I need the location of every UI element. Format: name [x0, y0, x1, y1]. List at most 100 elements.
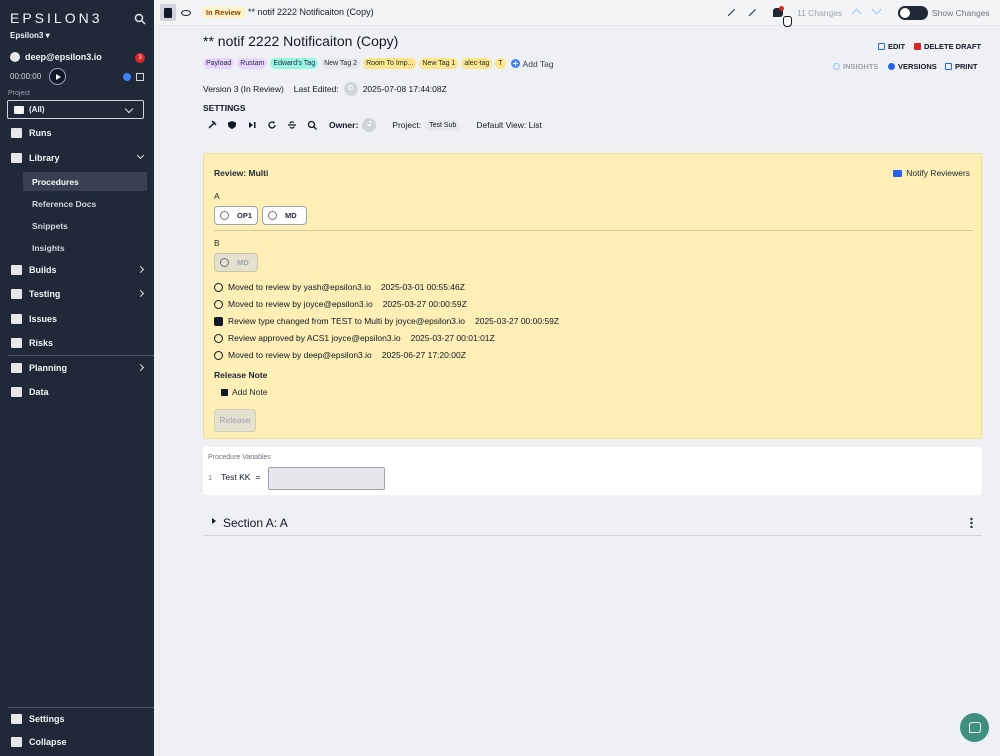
chat-button[interactable] — [960, 713, 989, 742]
chevron-down-icon[interactable] — [871, 4, 882, 15]
sidebar-sub-insights[interactable]: Insights — [23, 238, 147, 257]
tag[interactable]: New Tag 1 — [419, 58, 459, 69]
sidebar-item-settings[interactable]: Settings — [0, 708, 154, 730]
status-dot-icon[interactable] — [123, 73, 131, 81]
notification-badge[interactable]: 3 — [135, 53, 145, 63]
avatar[interactable]: J — [362, 118, 377, 132]
project-select[interactable]: (All) — [7, 100, 144, 119]
check-circle-icon — [268, 211, 277, 220]
sidebar-item-testing[interactable]: Testing — [0, 283, 154, 305]
edit-button[interactable]: EDIT — [878, 42, 905, 51]
gear-icon — [11, 714, 22, 724]
variable-number: 1 — [208, 472, 213, 482]
sidebar-item-label: Testing — [29, 289, 61, 299]
delete-draft-button[interactable]: DELETE DRAFT — [914, 42, 981, 51]
sidebar-sub-snippets[interactable]: Snippets — [23, 216, 147, 235]
alert-dot-icon — [779, 6, 784, 11]
reviewer-chip: MD — [214, 253, 258, 272]
preview-button[interactable] — [178, 4, 194, 21]
version-info: Version 3 (In Review) Last Edited: D 202… — [203, 82, 447, 96]
folder-icon — [14, 105, 24, 114]
section-title: Section A: A — [223, 516, 288, 530]
strikethrough-icon[interactable] — [287, 120, 297, 130]
expand-icon[interactable] — [727, 8, 736, 17]
history-timestamp: 2025-03-01 00:55:46Z — [380, 282, 465, 292]
tag[interactable]: T — [495, 58, 506, 69]
insights-label: INSIGHTS — [843, 62, 879, 71]
history-item: Moved to review by deep@epsilon3.io 2025-… — [214, 350, 466, 360]
history-timestamp: 2025-06-27 17:20:00Z — [381, 350, 466, 360]
logo: EPSILON3 — [10, 10, 103, 26]
notify-reviewers-button[interactable]: Notify Reviewers — [893, 168, 970, 178]
default-view[interactable]: Default View: List — [476, 120, 542, 130]
tag-list: Payload Rustam Edward's Tag New Tag 2 Ro… — [203, 58, 554, 69]
versions-label: VERSIONS — [898, 62, 937, 71]
add-tag-button[interactable]: Add Tag — [510, 59, 554, 69]
sidebar-item-issues[interactable]: Issues — [0, 308, 154, 330]
variable-name: Test KK — [221, 472, 251, 482]
grid-icon[interactable] — [136, 73, 144, 81]
shield-off-icon[interactable] — [227, 120, 237, 130]
tag[interactable]: Payload — [203, 58, 235, 69]
sidebar-sub-reference-docs[interactable]: Reference Docs — [23, 194, 147, 213]
sidebar-item-label: Builds — [29, 265, 57, 275]
status-badge: In Review — [202, 7, 245, 18]
user-menu[interactable]: deep@epsilon3.io — [10, 52, 102, 62]
reviewer-chip[interactable]: MD — [262, 206, 307, 225]
sidebar-item-risks[interactable]: Risks — [0, 332, 154, 354]
review-panel: Review: Multi Notify Reviewers A OP1 MD … — [203, 153, 982, 439]
reviewer-chip-label: MD — [237, 258, 249, 267]
play-icon[interactable] — [49, 68, 66, 85]
project-pill[interactable]: Test Sub — [425, 119, 461, 131]
check-circle-icon — [220, 211, 229, 220]
variable-input[interactable] — [268, 467, 385, 490]
sidebar-sub-procedures[interactable]: Procedures — [23, 172, 147, 191]
topbar-title: ** notif 2222 Notificaiton (Copy) — [248, 7, 374, 17]
variable-equals: = — [255, 472, 261, 482]
tag[interactable]: New Tag 2 — [321, 58, 361, 69]
skip-icon[interactable] — [247, 120, 257, 130]
show-changes-toggle[interactable] — [898, 6, 928, 20]
planning-icon — [11, 363, 22, 373]
tag[interactable]: alec-tag — [461, 58, 493, 69]
history-item: Moved to review by yash@epsilon3.io 2025-… — [214, 282, 465, 292]
clipboard-button[interactable] — [160, 4, 176, 21]
print-button[interactable]: PRINT — [945, 62, 978, 71]
history-text: Review approved by ACS1 joyce@epsilon3.i… — [228, 333, 401, 343]
topbar: In Review ** notif 2222 Notificaiton (Co… — [154, 0, 1000, 27]
repeat-icon[interactable] — [267, 120, 277, 130]
arrow-circle-icon — [214, 350, 223, 360]
reviewer-chip[interactable]: OP1 — [214, 206, 258, 225]
pin-icon[interactable] — [207, 120, 217, 130]
workspace-selector[interactable]: Epsilon3 ▾ — [10, 31, 50, 40]
arrow-circle-icon — [214, 299, 223, 309]
search-off-icon[interactable] — [307, 120, 317, 130]
tag[interactable]: Edward's Tag — [270, 58, 319, 69]
chevron-up-icon[interactable] — [851, 8, 862, 19]
add-note-button[interactable]: Add Note — [221, 387, 267, 397]
sidebar-item-data[interactable]: Data — [0, 381, 154, 403]
check-circle-icon — [220, 258, 229, 267]
versions-button[interactable]: VERSIONS — [888, 62, 937, 71]
sidebar-item-builds[interactable]: Builds — [0, 259, 154, 281]
sidebar-item-label: Data — [29, 387, 49, 397]
sidebar-item-planning[interactable]: Planning — [0, 357, 154, 379]
chevron-right-icon — [136, 289, 145, 298]
tag[interactable]: Room To Imp... — [363, 58, 417, 69]
sidebar-item-library[interactable]: Library — [0, 147, 154, 169]
review-group-label: A — [214, 191, 220, 201]
show-changes-label: Show Changes — [932, 8, 990, 18]
search-icon[interactable] — [134, 13, 146, 25]
collapse-view-icon[interactable] — [748, 8, 757, 17]
changes-count: 11 Changes — [797, 8, 843, 18]
user-email: deep@epsilon3.io — [25, 52, 102, 62]
section-header[interactable]: Section A: A — [203, 510, 982, 536]
more-icon[interactable] — [970, 517, 973, 528]
library-icon — [11, 153, 22, 163]
history-timestamp: 2025-03-27 00:00:59Z — [474, 316, 560, 326]
caret-right-icon[interactable] — [212, 518, 216, 524]
insights-button[interactable]: INSIGHTS — [833, 62, 878, 71]
sidebar-item-runs[interactable]: Runs — [0, 122, 154, 144]
sidebar-item-collapse[interactable]: Collapse — [0, 731, 154, 753]
tag[interactable]: Rustam — [237, 58, 268, 69]
